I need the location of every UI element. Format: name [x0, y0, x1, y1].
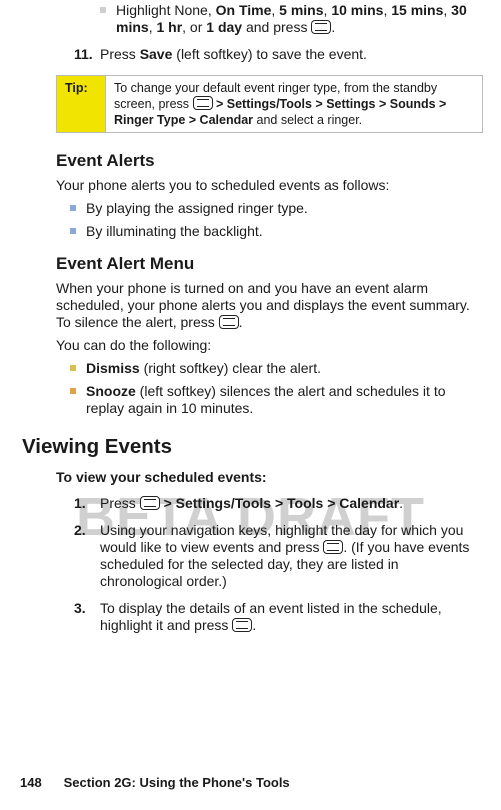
square-bullet-icon — [70, 205, 76, 211]
text: . — [239, 314, 243, 330]
text: , — [443, 2, 451, 18]
heading-viewing-events: Viewing Events — [22, 435, 483, 459]
text: and press — [242, 19, 311, 35]
tip-box: Tip: To change your default event ringer… — [56, 75, 483, 133]
text: and select a ringer. — [253, 113, 362, 127]
viewing-step-1: 1. Press > Settings/Tools > Tools > Cale… — [74, 495, 483, 512]
option-15-mins: 15 mins — [391, 2, 443, 18]
viewing-step-2: 2. Using your navigation keys, highlight… — [74, 522, 483, 590]
bullet-backlight: By illuminating the backlight. — [70, 223, 483, 240]
text: (right softkey) clear the alert. — [140, 360, 321, 376]
option-1-day: 1 day — [206, 19, 242, 35]
option-10-mins: 10 mins — [331, 2, 383, 18]
section-title: Section 2G: Using the Phone's Tools — [64, 775, 290, 790]
text: To display the details of an event liste… — [100, 600, 442, 633]
text: By playing the assigned ringer type. — [86, 200, 483, 217]
text: By illuminating the backlight. — [86, 223, 483, 240]
viewing-lead: To view your scheduled events: — [56, 469, 483, 485]
text: (left softkey) silences the alert and sc… — [86, 383, 446, 416]
menu-p2: You can do the following: — [56, 337, 483, 354]
page-number: 148 — [20, 775, 60, 790]
text: When your phone is turned on and you hav… — [56, 280, 470, 330]
text: , — [271, 2, 279, 18]
square-bullet-icon — [70, 365, 76, 371]
square-bullet-icon — [70, 388, 76, 394]
ok-key-icon — [232, 618, 252, 632]
text: (left softkey) to save the event. — [172, 46, 367, 62]
step-number: 11. — [74, 46, 100, 63]
option-1-hr: 1 hr — [156, 19, 182, 35]
footer: 148 Section 2G: Using the Phone's Tools — [20, 775, 290, 790]
save-label: Save — [140, 46, 173, 62]
step-number: 1. — [74, 495, 100, 512]
ok-key-icon — [193, 96, 213, 110]
bullet-ringer: By playing the assigned ringer type. — [70, 200, 483, 217]
ok-key-icon — [311, 20, 331, 34]
option-on-time: On Time — [216, 2, 272, 18]
text: Press — [100, 495, 140, 511]
option-5-mins: 5 mins — [279, 2, 323, 18]
heading-event-alerts: Event Alerts — [56, 151, 483, 171]
ok-key-icon — [140, 496, 160, 510]
ok-key-icon — [219, 315, 239, 329]
nav-path: > Settings/Tools > Tools > Calendar — [160, 495, 399, 511]
ok-key-icon — [323, 540, 343, 554]
tip-label: Tip: — [57, 76, 106, 132]
text: . — [252, 617, 256, 633]
heading-event-alert-menu: Event Alert Menu — [56, 254, 483, 274]
text: Press — [100, 46, 140, 62]
step-number: 3. — [74, 600, 100, 617]
alerts-intro: Your phone alerts you to scheduled event… — [56, 177, 483, 194]
text: Highlight None, — [116, 2, 216, 18]
step-number: 2. — [74, 522, 100, 539]
dismiss-label: Dismiss — [86, 360, 140, 376]
square-bullet-icon — [100, 7, 106, 13]
viewing-step-3: 3. To display the details of an event li… — [74, 600, 483, 634]
bullet-snooze: Snooze (left softkey) silences the alert… — [70, 383, 483, 417]
square-bullet-icon — [70, 228, 76, 234]
snooze-label: Snooze — [86, 383, 136, 399]
menu-p1: When your phone is turned on and you hav… — [56, 280, 483, 331]
step-11: 11. Press Save (left softkey) to save th… — [74, 46, 483, 63]
bullet-dismiss: Dismiss (right softkey) clear the alert. — [70, 360, 483, 377]
tip-body: To change your default event ringer type… — [106, 76, 482, 132]
bullet-highlight-options: Highlight None, On Time, 5 mins, 10 mins… — [100, 2, 483, 36]
text: , or — [182, 19, 206, 35]
text: . — [399, 495, 403, 511]
